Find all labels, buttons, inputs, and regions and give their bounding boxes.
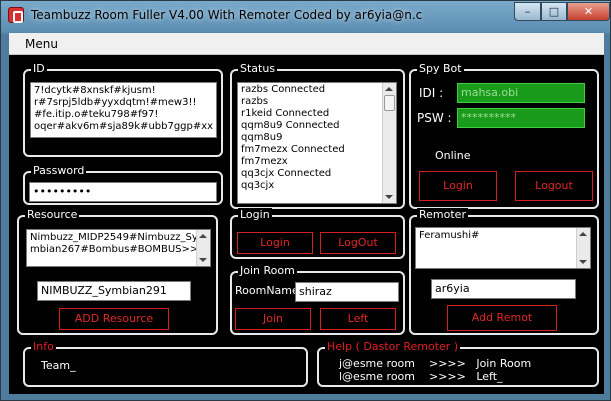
id-line: #fe.itip.o#teku798#f97! — [34, 109, 159, 120]
status-line: qq3cjx — [241, 180, 275, 191]
status-line: razbs Connected — [241, 84, 326, 95]
login-button[interactable]: Login — [237, 232, 313, 254]
scroll-down-arrow-icon[interactable] — [579, 260, 587, 264]
status-group-label: Status — [238, 62, 278, 76]
spy-psw-input[interactable]: ********** — [457, 108, 585, 128]
menu-bar: Menu — [9, 33, 604, 55]
login-group: Login Login LogOut — [230, 208, 405, 259]
remoter-group: Remoter Feramushi# ar6yia Add Remot — [409, 208, 599, 335]
login-group-label: Login — [238, 208, 272, 222]
status-scrollbar[interactable] — [382, 83, 396, 203]
add-resource-button[interactable]: ADD Resource — [59, 308, 169, 330]
status-line: fm7mezx Connected — [241, 144, 345, 155]
add-remot-button[interactable]: Add Remot — [447, 305, 557, 331]
resource-scrollbar[interactable] — [196, 230, 210, 266]
status-line: razbs — [241, 96, 269, 107]
spy-id-input[interactable]: mahsa.obi — [457, 83, 585, 103]
left-button[interactable]: Left — [320, 308, 396, 330]
client-area: ID 7!dcytk#8xnskf#kjusm! r#7srpj5ldb#yyx… — [9, 55, 604, 394]
menu-item-menu[interactable]: Menu — [25, 37, 58, 51]
info-group-label: Info — [31, 340, 56, 354]
spy-psw-label: PSW : — [417, 111, 452, 125]
remoter-group-label: Remoter — [417, 208, 468, 222]
join-button[interactable]: Join — [235, 308, 311, 330]
resource-group: Resource Nimbuzz_MIDP2549#Nimbuzz_Sy mbi… — [17, 208, 218, 335]
status-line: qq3cjx Connected — [241, 168, 332, 179]
scroll-up-arrow-icon[interactable] — [579, 232, 587, 236]
resource-textarea[interactable]: Nimbuzz_MIDP2549#Nimbuzz_Sy mbian267#Bom… — [26, 229, 211, 267]
spy-bot-group-label: Spy Bot — [417, 62, 464, 76]
status-line: r1keid Connected — [241, 108, 330, 119]
remoter-scrollbar[interactable] — [576, 228, 590, 268]
status-line: qqm8u9 Connected — [241, 120, 340, 131]
spy-id-label: IDI : — [419, 86, 444, 100]
status-line: fm7mezx — [241, 156, 288, 167]
join-room-group: Join Room RoomName: shiraz Join Left — [230, 264, 405, 335]
spy-logout-button[interactable]: Logout — [515, 171, 593, 201]
help-group: Help ( Dastor Remoter ) j@esme room >>>>… — [317, 340, 599, 387]
close-button[interactable]: ✕ — [567, 2, 610, 21]
help-line: j@esme room >>>> Join Room — [339, 357, 532, 370]
resource-group-label: Resource — [25, 208, 80, 222]
info-text: Team_ — [41, 359, 76, 372]
logout-button[interactable]: LogOut — [320, 232, 396, 254]
room-name-input[interactable]: shiraz — [295, 282, 399, 302]
remoter-input[interactable]: ar6yia — [431, 279, 576, 299]
spy-bot-group: Spy Bot IDI : mahsa.obi PSW : **********… — [409, 62, 599, 209]
minimize-button[interactable]: – — [514, 2, 541, 21]
id-group: ID 7!dcytk#8xnskf#kjusm! r#7srpj5ldb#yyx… — [23, 62, 223, 157]
scroll-thumb[interactable] — [384, 95, 395, 111]
scroll-up-arrow-icon[interactable] — [199, 234, 207, 238]
password-group: Password ••••••••• — [23, 164, 223, 205]
status-group: Status razbs Connected razbs r1keid Conn… — [230, 62, 405, 209]
remoter-line: Feramushi# — [419, 230, 480, 241]
id-group-label: ID — [31, 62, 47, 76]
scroll-down-arrow-icon[interactable] — [385, 195, 393, 199]
scroll-up-arrow-icon[interactable] — [385, 87, 393, 91]
status-line: qqm8u9 — [241, 132, 283, 143]
id-textarea[interactable]: 7!dcytk#8xnskf#kjusm! r#7srpj5ldb#yyxdqt… — [30, 82, 217, 138]
spy-login-button[interactable]: Login — [419, 171, 497, 201]
id-line: oqer#akv6m#sja89k#ubb7ggp#xx7u4 — [34, 121, 213, 132]
spy-status-text: Online — [435, 149, 471, 162]
help-line: l@esme room >>>> Left_ — [339, 370, 503, 383]
help-group-label: Help ( Dastor Remoter ) — [325, 340, 461, 354]
id-line: r#7srpj5ldb#yyxdqtm!#mew3!! — [34, 97, 197, 108]
info-group: Info Team_ — [23, 340, 308, 387]
resource-line: Nimbuzz_MIDP2549#Nimbuzz_Sy — [30, 232, 196, 243]
remoter-textarea[interactable]: Feramushi# — [415, 227, 591, 269]
join-room-group-label: Join Room — [238, 264, 297, 278]
window-title: Teambuzz Room Fuller V4.00 With Remoter … — [31, 8, 423, 22]
app-window: Teambuzz Room Fuller V4.00 With Remoter … — [0, 0, 611, 401]
maximize-button[interactable]: □ — [541, 2, 567, 21]
scroll-down-arrow-icon[interactable] — [199, 258, 207, 262]
password-group-label: Password — [31, 164, 87, 178]
room-name-label: RoomName: — [235, 284, 303, 297]
status-listbox[interactable]: razbs Connected razbs r1keid Connected q… — [237, 82, 397, 204]
resource-input[interactable]: NIMBUZZ_Symbian291 — [37, 281, 191, 301]
app-icon — [8, 7, 24, 23]
id-line: 7!dcytk#8xnskf#kjusm! — [34, 85, 156, 96]
title-bar[interactable]: Teambuzz Room Fuller V4.00 With Remoter … — [1, 1, 610, 33]
password-input[interactable]: ••••••••• — [29, 182, 217, 202]
resource-line: mbian267#Bombus#BOMBUS>>> — [30, 244, 196, 255]
